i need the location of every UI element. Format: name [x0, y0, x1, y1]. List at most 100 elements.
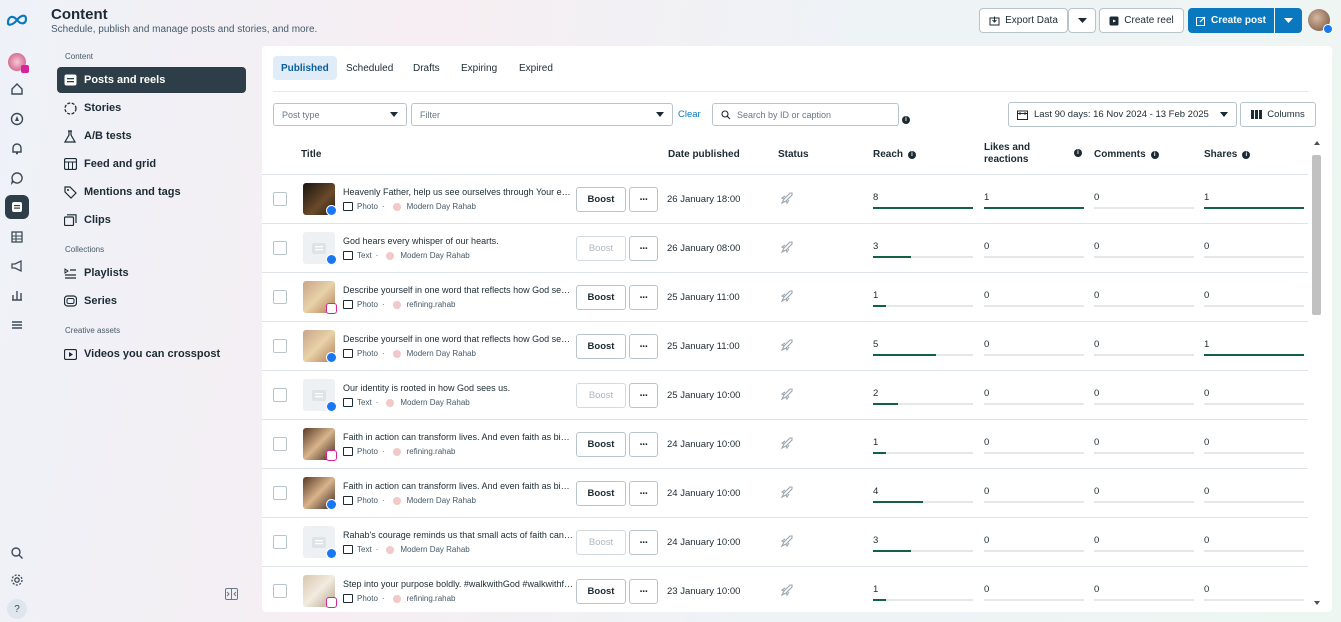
sidebar-item-clips[interactable]: Clips [57, 207, 246, 233]
content-icon[interactable] [5, 195, 29, 219]
more-options-button[interactable]: ··· [629, 285, 658, 310]
table-row[interactable]: Faith in action can transform lives. And… [262, 419, 1308, 468]
info-icon[interactable]: i [1242, 150, 1251, 159]
boost-button[interactable]: Boost [576, 187, 626, 212]
post-caption[interactable]: Our identity is rooted in how God sees u… [343, 383, 573, 393]
table-row[interactable]: God hears every whisper of our hearts. Te… [262, 223, 1308, 272]
boost-button[interactable]: Boost [576, 383, 626, 408]
table-row[interactable]: Faith in action can transform lives. And… [262, 468, 1308, 517]
tab-scheduled[interactable]: Scheduled [338, 56, 401, 80]
post-caption[interactable]: God hears every whisper of our hearts. [343, 236, 573, 246]
notifications-bell-icon[interactable] [5, 137, 29, 161]
post-caption[interactable]: Describe yourself in one word that refle… [343, 285, 573, 295]
boost-button[interactable]: Boost [576, 579, 626, 604]
home-icon[interactable] [5, 77, 29, 101]
insights-chart-icon[interactable] [5, 283, 29, 307]
scroll-up-icon[interactable] [1310, 138, 1324, 148]
info-icon[interactable]: i [1074, 149, 1082, 157]
col-header-shares[interactable]: Shares i [1204, 149, 1251, 160]
row-checkbox[interactable] [273, 437, 287, 451]
post-caption[interactable]: Heavenly Father, help us see ourselves t… [343, 187, 573, 197]
sidebar-item-feed-and-grid[interactable]: Feed and grid [57, 151, 246, 177]
export-dropdown-button[interactable] [1068, 8, 1096, 33]
more-options-button[interactable]: ··· [629, 579, 658, 604]
boost-button[interactable]: Boost [576, 236, 626, 261]
more-options-button[interactable]: ··· [629, 187, 658, 212]
create-post-dropdown-button[interactable] [1275, 8, 1302, 33]
post-caption[interactable]: Step into your purpose boldly. #walkwith… [343, 579, 573, 589]
tab-expiring[interactable]: Expiring [453, 56, 505, 80]
boost-button[interactable]: Boost [576, 334, 626, 359]
sidebar-item-mentions-and-tags[interactable]: Mentions and tags [57, 179, 246, 205]
row-checkbox[interactable] [273, 241, 287, 255]
sidebar-item-playlists[interactable]: Playlists [57, 260, 246, 286]
sidebar-item-series[interactable]: Series [57, 288, 246, 314]
row-checkbox[interactable] [273, 486, 287, 500]
post-caption[interactable]: Describe yourself in one word that refle… [343, 334, 573, 344]
likes-info[interactable]: i [1074, 149, 1082, 157]
row-checkbox[interactable] [273, 584, 287, 598]
post-type-select[interactable]: Post type [273, 103, 407, 126]
more-options-button[interactable]: ··· [629, 481, 658, 506]
table-row[interactable]: Rahab's courage reminds us that small ac… [262, 517, 1308, 566]
create-reel-button[interactable]: Create reel [1099, 8, 1184, 33]
settings-gear-icon[interactable] [5, 568, 29, 592]
meta-logo-icon[interactable] [5, 8, 29, 32]
tab-drafts[interactable]: Drafts [405, 56, 448, 80]
search-input[interactable]: Search by ID or caption [712, 103, 899, 126]
search-info-icon[interactable]: i [902, 110, 910, 124]
boost-button[interactable]: Boost [576, 432, 626, 457]
col-header-likes[interactable]: Likes and reactions [984, 142, 1030, 166]
boost-button[interactable]: Boost [576, 285, 626, 310]
col-header-reach[interactable]: Reach i [873, 149, 917, 160]
collapse-sidebar-icon[interactable] [225, 588, 238, 600]
table-row[interactable]: Our identity is rooted in how God sees u… [262, 370, 1308, 419]
more-options-button[interactable]: ··· [629, 383, 658, 408]
info-icon[interactable]: i [908, 150, 917, 159]
more-options-button[interactable]: ··· [629, 530, 658, 555]
scroll-down-icon[interactable] [1310, 598, 1324, 608]
col-header-title[interactable]: Title [301, 149, 321, 160]
sidebar-item-stories[interactable]: Stories [57, 95, 246, 121]
all-tools-menu-icon[interactable] [5, 313, 29, 337]
post-caption[interactable]: Rahab's courage reminds us that small ac… [343, 530, 573, 540]
account-avatar-icon[interactable] [5, 50, 29, 74]
sidebar-item-ab-tests[interactable]: A/B tests [57, 123, 246, 149]
post-caption[interactable]: Faith in action can transform lives. And… [343, 481, 573, 491]
row-checkbox[interactable] [273, 192, 287, 206]
post-caption[interactable]: Faith in action can transform lives. And… [343, 432, 573, 442]
help-icon[interactable]: ? [5, 597, 29, 621]
inbox-chat-icon[interactable] [5, 166, 29, 190]
vertical-scrollbar[interactable] [1310, 138, 1324, 610]
row-checkbox[interactable] [273, 388, 287, 402]
planner-grid-icon[interactable] [5, 225, 29, 249]
scrollbar-thumb[interactable] [1312, 155, 1321, 315]
col-header-status[interactable]: Status [778, 149, 809, 160]
table-row[interactable]: Step into your purpose boldly. #walkwith… [262, 566, 1308, 615]
sidebar-item-videos-crosspost[interactable]: Videos you can crosspost [57, 341, 246, 367]
compass-icon[interactable] [5, 107, 29, 131]
create-post-button[interactable]: Create post [1188, 8, 1274, 33]
row-checkbox[interactable] [273, 339, 287, 353]
table-row[interactable]: Describe yourself in one word that refle… [262, 321, 1308, 370]
sidebar-item-posts-and-reels[interactable]: Posts and reels [57, 67, 246, 93]
filter-select[interactable]: Filter [411, 103, 673, 126]
more-options-button[interactable]: ··· [629, 236, 658, 261]
table-row[interactable]: Describe yourself in one word that refle… [262, 272, 1308, 321]
boost-button[interactable]: Boost [576, 481, 626, 506]
more-options-button[interactable]: ··· [629, 334, 658, 359]
more-options-button[interactable]: ··· [629, 432, 658, 457]
col-header-comments[interactable]: Comments i [1094, 149, 1159, 160]
date-range-select[interactable]: Last 90 days: 16 Nov 2024 - 13 Feb 2025 [1008, 102, 1237, 127]
row-checkbox[interactable] [273, 535, 287, 549]
tab-published[interactable]: Published [273, 56, 337, 80]
tab-expired[interactable]: Expired [511, 56, 561, 80]
row-checkbox[interactable] [273, 290, 287, 304]
ads-megaphone-icon[interactable] [5, 254, 29, 278]
col-header-date[interactable]: Date published [668, 149, 740, 160]
search-icon[interactable] [5, 541, 29, 565]
export-data-button[interactable]: Export Data [979, 8, 1068, 33]
info-icon[interactable]: i [1150, 150, 1159, 159]
boost-button[interactable]: Boost [576, 530, 626, 555]
clear-filters-link[interactable]: Clear [678, 109, 701, 120]
